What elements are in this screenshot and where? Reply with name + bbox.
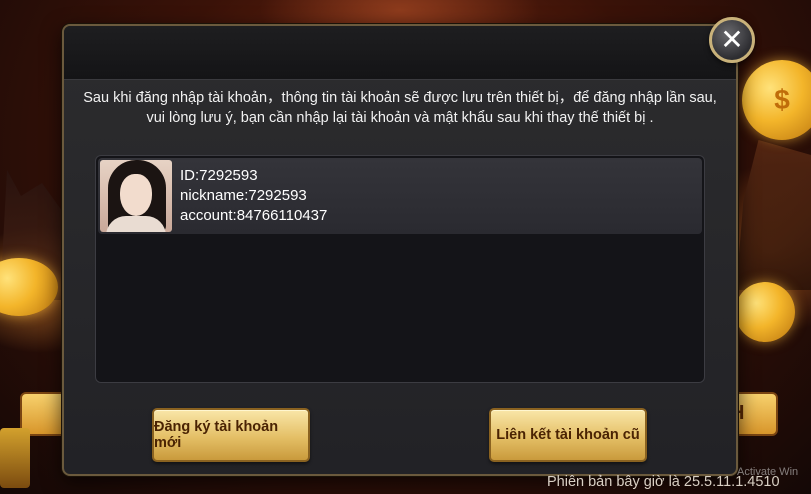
- dialog-header: [64, 26, 736, 80]
- close-icon: ✕: [720, 24, 744, 55]
- coin-icon: $: [742, 60, 811, 140]
- link-button-label: Liên kết tài khoản cũ: [496, 427, 640, 443]
- account-number: account:84766110437: [180, 207, 328, 224]
- account-list-item[interactable]: ID:7292593 nickname:7292593 account:8476…: [98, 158, 702, 234]
- account-info: ID:7292593 nickname:7292593 account:8476…: [180, 166, 327, 226]
- account-nickname: nickname:7292593: [180, 187, 307, 204]
- register-button-label: Đăng ký tài khoản mới: [154, 419, 279, 451]
- notice-line-1: Sau khi đăng nhập tài khoản，thông tin tà…: [83, 90, 717, 106]
- coin-dollar-icon: $: [774, 84, 790, 115]
- avatar: [100, 160, 172, 232]
- close-button[interactable]: ✕: [709, 17, 755, 63]
- account-id: ID:7292593: [180, 167, 258, 184]
- avatar-body: [106, 216, 166, 232]
- game-logo: [0, 428, 30, 488]
- account-list: ID:7292593 nickname:7292593 account:8476…: [95, 155, 705, 383]
- login-notice: Sau khi đăng nhập tài khoản，thông tin tà…: [82, 88, 718, 128]
- activate-windows-watermark: Activate Win: [737, 466, 799, 478]
- link-old-account-button[interactable]: Liên kết tài khoản cũ: [489, 408, 647, 462]
- avatar-face: [120, 174, 152, 216]
- notice-line-2: vui lòng lưu ý, bạn cần nhập lại tài kho…: [146, 110, 654, 126]
- register-new-account-button[interactable]: Đăng ký tài khoản mới: [152, 408, 310, 462]
- coin-icon: [735, 282, 795, 342]
